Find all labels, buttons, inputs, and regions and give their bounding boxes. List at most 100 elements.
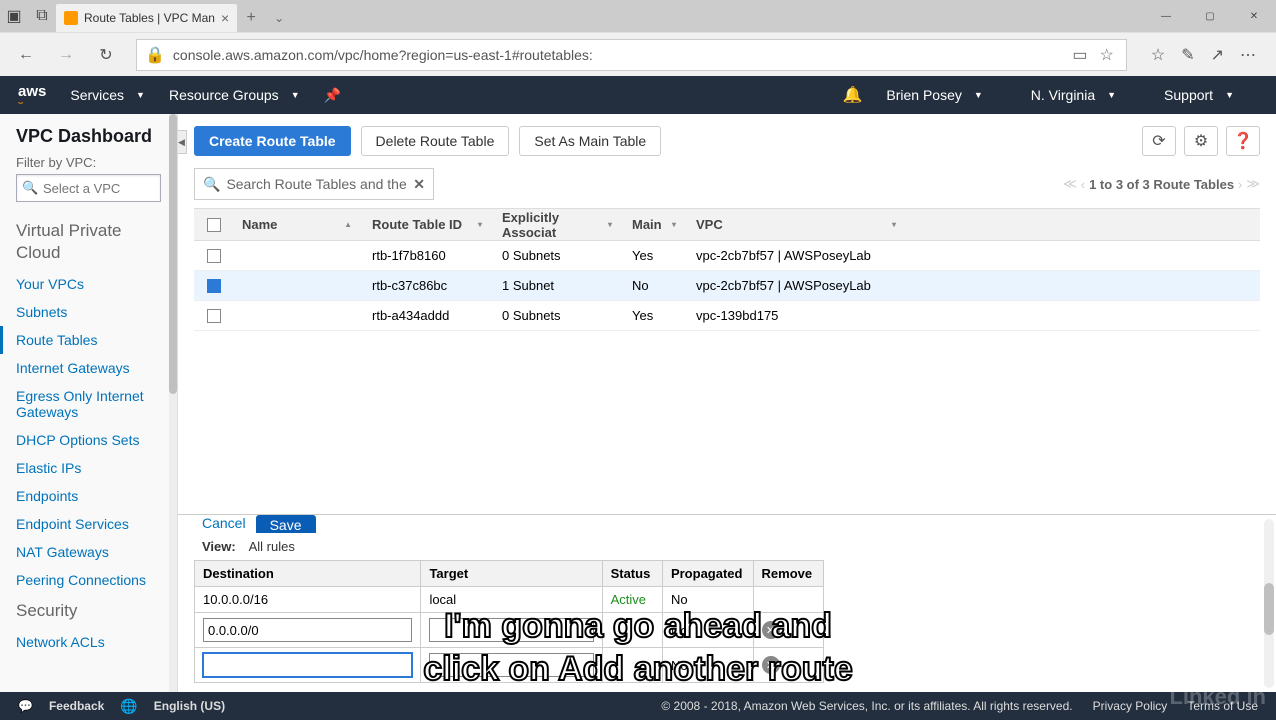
copyright: © 2008 - 2018, Amazon Web Services, Inc.… [661, 699, 1072, 713]
aws-logo[interactable]: aws ⌣ [18, 84, 46, 107]
services-menu[interactable]: Services▼ [70, 87, 145, 103]
detail-scrollbar[interactable] [1264, 519, 1274, 688]
sidebar-dhcp[interactable]: DHCP Options Sets [0, 426, 177, 454]
browser-urlbar: ← → ↻ 🔒 console.aws.amazon.com/vpc/home?… [0, 32, 1276, 76]
sidebar-igw[interactable]: Internet Gateways [0, 354, 177, 382]
delete-route-table-button[interactable]: Delete Route Table [361, 126, 510, 156]
cell-main: Yes [624, 248, 688, 263]
propagated-cell: No [662, 587, 753, 613]
aws-logo-text: aws [18, 84, 46, 99]
col-destination: Destination [195, 561, 421, 587]
cancel-button[interactable]: Cancel [202, 515, 246, 531]
save-button[interactable]: Save [256, 515, 316, 533]
support-menu[interactable]: Support▼ [1164, 87, 1234, 103]
terms-link[interactable]: Terms of Use [1187, 699, 1258, 713]
help-icon[interactable]: ❓ [1226, 126, 1260, 156]
sidebar-eigw[interactable]: Egress Only Internet Gateways [0, 382, 177, 426]
feedback-link[interactable]: Feedback [49, 699, 104, 713]
view-value: All rules [249, 539, 295, 554]
sidebar-route-tables[interactable]: Route Tables [0, 326, 177, 354]
services-label: Services [70, 87, 124, 103]
sidebar-eips[interactable]: Elastic IPs [0, 454, 177, 482]
reading-view-icon[interactable]: ▭ [1072, 45, 1087, 65]
sidebar-peering[interactable]: Peering Connections [0, 566, 177, 594]
col-assoc[interactable]: Explicitly Associat▾ [494, 210, 624, 240]
destination-input[interactable] [203, 618, 412, 642]
favorites-hub-icon[interactable]: ☆ [1151, 45, 1165, 65]
region-menu[interactable]: N. Virginia▼ [1031, 87, 1116, 103]
select-all-checkbox[interactable] [207, 218, 221, 232]
table-row[interactable]: rtb-c37c86bc1 SubnetNovpc-2cb7bf57 | AWS… [194, 271, 1260, 301]
resource-groups-label: Resource Groups [169, 87, 279, 103]
sidebar-title[interactable]: VPC Dashboard [0, 126, 177, 155]
account-menu[interactable]: Brien Posey▼ [886, 87, 982, 103]
remove-route-icon[interactable]: ✕ [762, 621, 780, 639]
row-checkbox[interactable] [207, 279, 221, 293]
sidebar-endpoints[interactable]: Endpoints [0, 482, 177, 510]
remove-route-icon[interactable]: ✕ [762, 656, 780, 674]
set-main-button[interactable]: Set As Main Table [519, 126, 661, 156]
next-page-icon[interactable]: › [1238, 177, 1242, 192]
sidebar-endpoint-services[interactable]: Endpoint Services [0, 510, 177, 538]
refresh-icon[interactable]: ⟳ [1142, 126, 1176, 156]
language-selector[interactable]: English (US) [154, 699, 225, 713]
status-cell [602, 648, 662, 683]
notes-icon[interactable]: ✎ [1181, 45, 1194, 65]
target-text: local [429, 592, 456, 607]
destination-input[interactable] [203, 653, 412, 677]
clear-search-icon[interactable]: ✕ [413, 176, 425, 193]
create-route-table-button[interactable]: Create Route Table [194, 126, 351, 156]
feedback-icon[interactable]: 💬 [18, 699, 33, 713]
maximize-button[interactable]: ▢ [1188, 0, 1232, 32]
row-checkbox[interactable] [207, 309, 221, 323]
route-row: No✕ [195, 648, 824, 683]
target-input[interactable] [429, 618, 593, 642]
sidebar-nacls[interactable]: Network ACLs [0, 628, 177, 656]
cell-rtid: rtb-1f7b8160 [364, 248, 494, 263]
sidebar-subnets[interactable]: Subnets [0, 298, 177, 326]
view-label: View: [202, 539, 236, 554]
last-page-icon[interactable]: ≫ [1246, 176, 1260, 192]
col-main[interactable]: Main▾ [624, 217, 688, 232]
table-row[interactable]: rtb-1f7b81600 SubnetsYesvpc-2cb7bf57 | A… [194, 241, 1260, 271]
share-icon[interactable]: ↗ [1211, 45, 1224, 65]
sidebar-your-vpcs[interactable]: Your VPCs [0, 270, 177, 298]
first-page-icon[interactable]: ≪ [1063, 176, 1077, 192]
pin-icon[interactable]: 📌 [324, 87, 341, 104]
chevron-down-icon: ▼ [974, 90, 983, 100]
col-target: Target [421, 561, 602, 587]
target-input[interactable] [429, 653, 593, 677]
close-tab-icon[interactable]: × [221, 10, 229, 26]
resource-groups-menu[interactable]: Resource Groups▼ [169, 87, 300, 103]
gear-icon[interactable]: ⚙ [1184, 126, 1218, 156]
back-button[interactable]: ← [8, 37, 44, 73]
refresh-button[interactable]: ↻ [88, 37, 124, 73]
more-icon[interactable]: ⋯ [1240, 45, 1256, 65]
sidebar-nat[interactable]: NAT Gateways [0, 538, 177, 566]
table-row[interactable]: rtb-a434addd0 SubnetsYesvpc-139bd175 [194, 301, 1260, 331]
notifications-icon[interactable]: 🔔 [842, 85, 862, 105]
browser-tab[interactable]: Route Tables | VPC Man × [56, 4, 237, 32]
close-window-button[interactable]: ✕ [1232, 0, 1276, 32]
sidebar-collapse-handle[interactable]: ◀ [178, 130, 187, 154]
col-rtid[interactable]: Route Table ID▾ [364, 217, 494, 232]
row-checkbox[interactable] [207, 249, 221, 263]
favorite-icon[interactable]: ☆ [1100, 45, 1114, 65]
tab-actions-icon[interactable]: ▣ [0, 0, 28, 32]
new-tab-button[interactable]: + [237, 4, 265, 32]
search-input[interactable]: 🔍 Search Route Tables and the ✕ [194, 168, 434, 200]
prev-page-icon[interactable]: ‹ [1081, 177, 1085, 192]
cell-rtid: rtb-c37c86bc [364, 278, 494, 293]
minimize-button[interactable]: — [1144, 0, 1188, 32]
forward-button[interactable]: → [48, 37, 84, 73]
aws-favicon [64, 11, 78, 25]
address-bar[interactable]: 🔒 console.aws.amazon.com/vpc/home?region… [136, 39, 1127, 71]
col-name[interactable]: Name▲ [234, 217, 364, 232]
sidebar-scrollbar[interactable] [169, 114, 177, 692]
col-vpc[interactable]: VPC▾ [688, 217, 908, 232]
privacy-link[interactable]: Privacy Policy [1093, 699, 1168, 713]
tab-preview-icon[interactable]: ⧉ [28, 0, 56, 32]
globe-icon[interactable]: 🌐 [120, 698, 137, 715]
tab-chevron-icon[interactable]: ⌄ [265, 4, 293, 32]
cell-assoc: 0 Subnets [494, 308, 624, 323]
